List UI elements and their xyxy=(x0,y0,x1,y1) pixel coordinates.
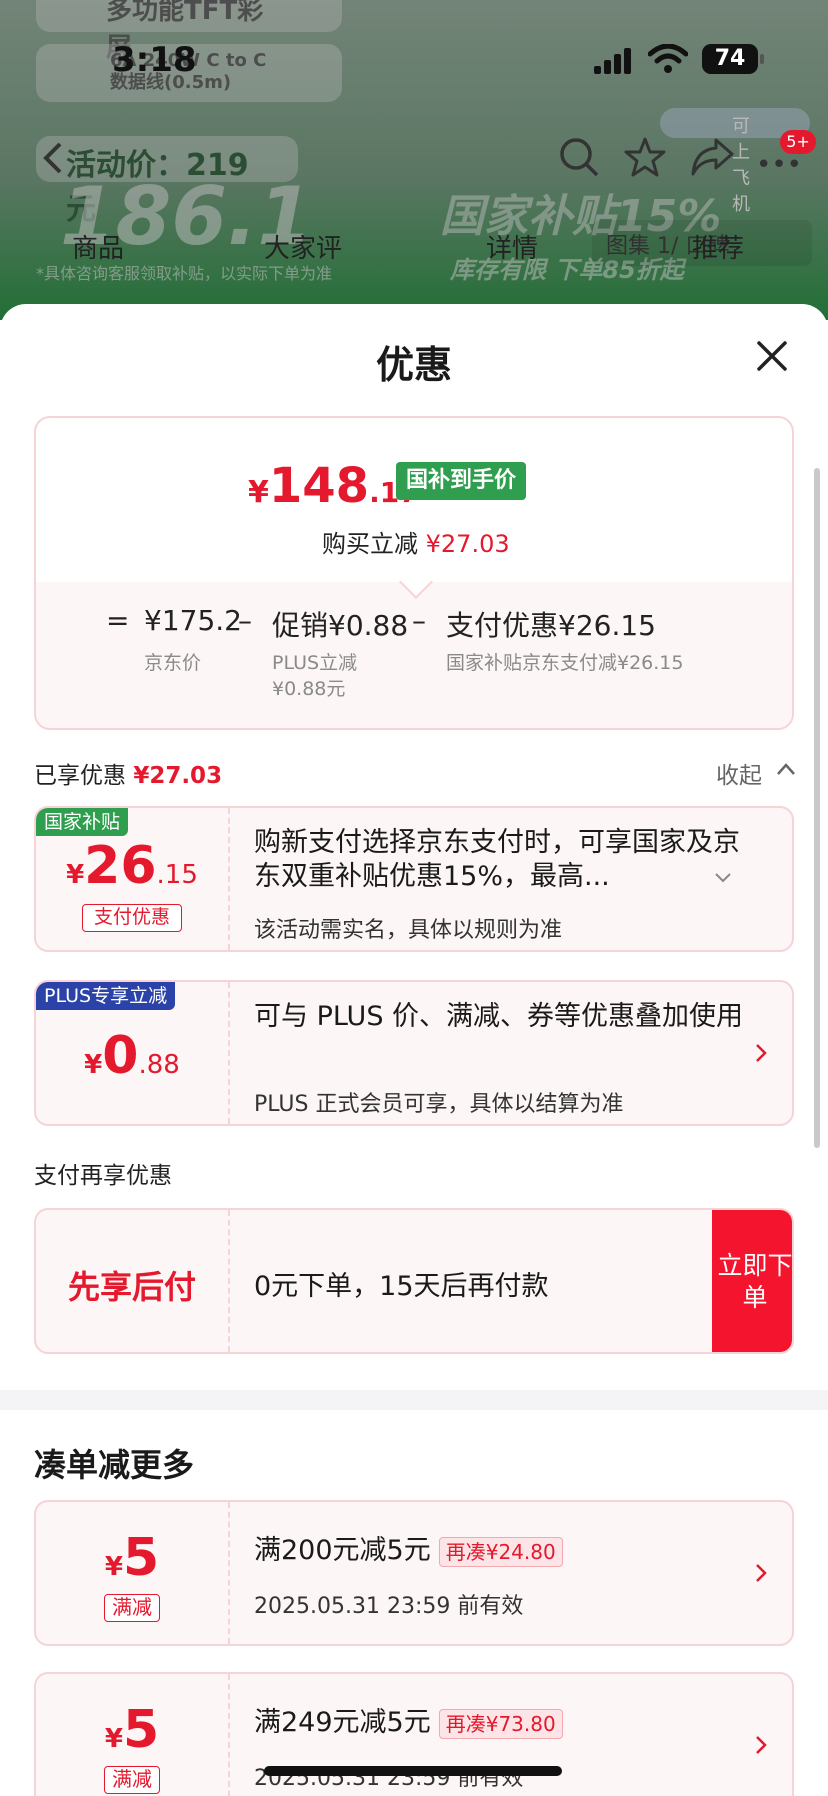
subsidy-coupon-card[interactable]: 国家补贴 ¥26.15 支付优惠 购新支付选择京东支付时，可享国家及京东双重补贴… xyxy=(34,806,794,952)
deal-validity: 2025.05.31 23:59 前有效 xyxy=(254,1766,524,1791)
discount-sheet: 优惠 ¥148.17 国补到手价 购买立减 ¥27.03 = ¥175.2 – … xyxy=(0,304,828,1796)
chevron-up-icon[interactable] xyxy=(776,762,796,776)
deal-description: 满249元减5元 再凑¥73.80 xyxy=(254,1706,563,1740)
formula-equals: = xyxy=(106,604,130,637)
promo-discount: 促销¥0.88 xyxy=(272,609,409,642)
coupon-tag: 国家补贴 xyxy=(36,808,129,836)
add-more-badge: 再凑¥73.80 xyxy=(438,1708,563,1739)
deal-card[interactable]: ¥5 满减 满249元减5元 再凑¥73.80 2025.05.31 23:59 … xyxy=(34,1672,794,1796)
price-summary-card: ¥148.17 国补到手价 购买立减 ¥27.03 = ¥175.2 – 促销¥… xyxy=(34,416,794,730)
cellular-signal-icon xyxy=(594,48,631,74)
coupon-amount: ¥26.15 xyxy=(66,836,198,896)
enjoyed-discount-label: 已享优惠 ¥27.03 xyxy=(34,763,223,789)
notification-badge: 5+ xyxy=(780,130,816,154)
deal-validity: 2025.05.31 23:59 前有效 xyxy=(254,1594,524,1619)
coupon-amount: ¥0.88 xyxy=(84,1026,180,1086)
pay-later-card[interactable]: 先享后付 0元下单，15天后再付款 立即下单 xyxy=(34,1208,794,1354)
deal-card[interactable]: ¥5 满减 满200元减5元 再凑¥24.80 2025.05.31 23:59 … xyxy=(34,1500,794,1646)
jd-price: ¥175.2 xyxy=(144,604,242,637)
sheet-title: 优惠 xyxy=(375,343,452,387)
more-icon[interactable]: ••• xyxy=(756,150,802,180)
add-more-badge: 再凑¥24.80 xyxy=(438,1536,563,1567)
favorite-star-icon[interactable] xyxy=(624,136,666,178)
payment-discount-label: 国家补贴京东支付减¥26.15 xyxy=(446,652,684,674)
home-indicator[interactable] xyxy=(264,1766,562,1776)
coupon-type-label: 支付优惠 xyxy=(82,904,182,932)
share-icon[interactable] xyxy=(690,136,734,178)
coupon-tag: PLUS专享立减 xyxy=(36,982,176,1010)
pay-later-label: 先享后付 xyxy=(67,1268,196,1306)
final-price: ¥148.17 xyxy=(248,458,419,514)
chevron-down-icon[interactable] xyxy=(714,872,732,884)
section-divider xyxy=(0,1390,828,1410)
tab-reviews[interactable]: 大家评 xyxy=(264,228,342,265)
purchase-discount: 购买立减 ¥27.03 xyxy=(322,530,510,558)
formula-minus: – xyxy=(238,604,252,637)
deal-amount: ¥5 xyxy=(104,1700,160,1760)
order-now-button[interactable]: 立即下单 xyxy=(712,1210,792,1352)
coupon-description: 可与 PLUS 价、满减、券等优惠叠加使用 xyxy=(254,1001,744,1032)
back-icon[interactable] xyxy=(40,140,66,176)
jd-price-label: 京东价 xyxy=(144,652,202,674)
tab-recommend[interactable]: 推荐 xyxy=(692,228,744,265)
chevron-right-icon[interactable] xyxy=(754,1042,768,1064)
chevron-right-icon[interactable] xyxy=(754,1734,768,1756)
tab-goods[interactable]: 商品 xyxy=(72,228,124,265)
plus-coupon-card[interactable]: PLUS专享立减 ¥0.88 可与 PLUS 价、满减、券等优惠叠加使用 PLU… xyxy=(34,980,794,1126)
more-deals-heading: 凑单减更多 xyxy=(34,1446,195,1484)
deal-type-label: 满减 xyxy=(104,1766,160,1794)
collapse-button[interactable]: 收起 xyxy=(716,756,762,790)
plus-discount-label: PLUS立减 ¥0.88元 xyxy=(272,652,358,700)
final-price-tag: 国补到手价 xyxy=(396,462,527,500)
close-icon[interactable] xyxy=(756,340,788,372)
search-icon[interactable] xyxy=(558,136,600,178)
deal-type-label: 满减 xyxy=(104,1594,160,1622)
deal-description: 满200元减5元 再凑¥24.80 xyxy=(254,1534,563,1568)
coupon-description: 购新支付选择京东支付时，可享国家及京东双重补贴优惠15%，最高... xyxy=(254,827,740,892)
tab-details[interactable]: 详情 xyxy=(486,228,538,265)
chevron-right-icon[interactable] xyxy=(754,1562,768,1584)
coupon-note: 该活动需实名，具体以规则为准 xyxy=(254,918,563,943)
wifi-icon xyxy=(648,44,688,73)
status-time: 3:18 xyxy=(112,40,197,80)
pay-later-description: 0元下单，15天后再付款 xyxy=(254,1271,549,1302)
deal-amount: ¥5 xyxy=(104,1528,160,1588)
battery-icon: 74 xyxy=(702,44,764,74)
scrollbar[interactable] xyxy=(814,468,820,1148)
coupon-note: PLUS 正式会员可享，具体以结算为准 xyxy=(254,1092,624,1117)
formula-minus: – xyxy=(412,604,426,637)
payment-discount: 支付优惠¥26.15 xyxy=(446,609,656,642)
pay-more-heading: 支付再享优惠 xyxy=(34,1163,172,1189)
